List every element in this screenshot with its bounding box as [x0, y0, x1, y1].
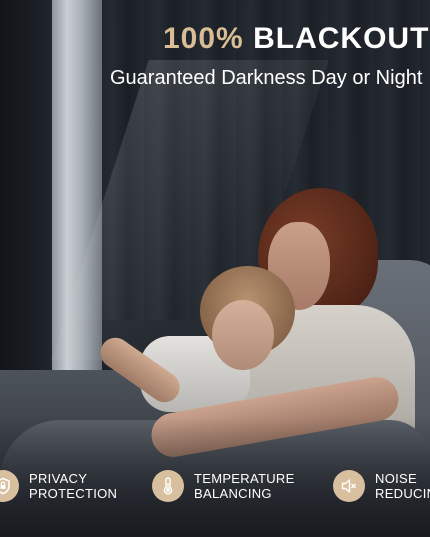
headline-main: BLACKOUT	[253, 22, 430, 55]
subheadline: Guaranteed Darkness Day or Night	[110, 67, 423, 89]
shield-icon	[0, 470, 19, 502]
headline: 100% BLACKOUT	[163, 22, 429, 56]
thermometer-icon	[152, 470, 184, 502]
feature-label: NOISE REDUCING	[375, 471, 430, 501]
feature-noise: NOISE REDUCING	[333, 470, 430, 502]
speaker-muted-icon	[333, 470, 365, 502]
feature-temperature: TEMPERATURE BALANCING	[152, 470, 295, 502]
feature-line1: PRIVACY	[29, 471, 88, 486]
feature-privacy: PRIVACY PROTECTION	[0, 470, 117, 502]
feature-line2: REDUCING	[375, 486, 430, 501]
feature-line1: NOISE	[375, 471, 417, 486]
feature-line2: BALANCING	[194, 486, 272, 501]
feature-line1: TEMPERATURE	[194, 471, 295, 486]
feature-label: PRIVACY PROTECTION	[29, 471, 117, 501]
headline-accent: 100%	[163, 22, 244, 55]
feature-line2: PROTECTION	[29, 486, 118, 501]
feature-label: TEMPERATURE BALANCING	[194, 471, 295, 501]
